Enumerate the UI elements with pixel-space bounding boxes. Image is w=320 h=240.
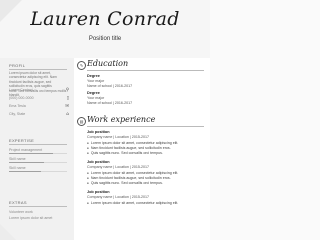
home-icon: ⌂ [66, 112, 69, 117]
skill-fill [9, 153, 53, 154]
candidate-name: Lauren Conrad [30, 8, 180, 30]
expertise-heading: Expertise [9, 138, 35, 143]
contact-text: Ema Tesla [9, 104, 26, 108]
position-title: Position title [88, 36, 122, 42]
contact-row: (000) 000-0000 ▯ [9, 96, 69, 102]
job-bullet: Nam tincidunt facilisis augue, sed solli… [87, 146, 204, 150]
job-position: Job position [87, 160, 110, 164]
skill-bar [9, 153, 67, 154]
job-bullet: Lorem ipsum dolor sit amet, consectetur … [87, 141, 204, 145]
job-bullet: Lorem ipsum dolor sit amet, consectetur … [87, 171, 204, 175]
education-title: Education [87, 59, 129, 68]
extras-item: Lorem ipsum dolor sit amet [9, 216, 53, 220]
work-divider [87, 126, 204, 127]
contact-row: Lorem Contact ⚲ [9, 88, 69, 94]
extras-item: Volunteer work [9, 210, 33, 214]
page-corner-top [0, 0, 22, 22]
email-icon: ✉ [65, 104, 69, 109]
school-dates: Name of school | 2016-2017 [87, 84, 133, 88]
contact-row: City, State ⌂ [9, 112, 69, 118]
contact-text: Lorem Contact [9, 88, 33, 92]
skill-fill [9, 171, 41, 172]
skill-fill [9, 162, 44, 163]
graduation-cap-icon: ✎ [77, 61, 86, 70]
major: Your major [87, 79, 105, 83]
expertise-divider [9, 144, 67, 145]
company-line: Company name | Location | 2015-2017 [87, 135, 150, 139]
major: Your major [87, 96, 105, 100]
job-bullet: Lorem ipsum dolor sit amet, consectetur … [87, 201, 204, 205]
job-bullet: Quis sagittis nunc. Sed convallis orci t… [87, 151, 204, 155]
skill-label: Skill name [9, 157, 26, 161]
degree: Degree [87, 91, 100, 95]
profile-line: Lorem ipsum dolor sit amet, consectetur … [9, 71, 57, 80]
skill-bar [9, 171, 67, 172]
contact-text: City, State [9, 112, 26, 116]
briefcase-icon: ▤ [77, 117, 86, 126]
education-divider [87, 70, 204, 71]
phone-icon: ▯ [66, 96, 69, 101]
resume-page: Lauren Conrad Position title Profil Lore… [0, 0, 210, 240]
main-content: ✎ Education Degree Your major Name of sc… [77, 58, 206, 240]
work-title: Work experience [87, 115, 156, 124]
job-position: Job position [87, 190, 110, 194]
contact-text: (000) 000-0000 [9, 96, 34, 100]
school-dates: Name of school | 2016-2017 [87, 101, 133, 105]
skill-label: Project management [9, 148, 43, 152]
profile-divider [9, 69, 67, 70]
job-bullet: Nam tincidunt facilisis augue, sed solli… [87, 176, 204, 180]
skill-label: Skill name [9, 166, 26, 170]
extras-heading: Extras [9, 200, 27, 205]
location-pin-icon: ⚲ [65, 88, 69, 93]
company-line: Company name | Location | 2015-2017 [87, 195, 150, 199]
skill-bar [9, 162, 67, 163]
page-corner-bottom [0, 224, 16, 240]
profile-heading: Profil [9, 63, 26, 68]
company-line: Company name | Location | 2015-2017 [87, 165, 150, 169]
job-bullet: Quis sagittis nunc. Sed convallis orci t… [87, 181, 204, 185]
contact-row: Ema Tesla ✉ [9, 104, 69, 110]
job-position: Job position [87, 130, 110, 134]
sidebar: Profil Lorem ipsum dolor sit amet, conse… [0, 58, 74, 240]
degree: Degree [87, 74, 100, 78]
extras-divider [9, 206, 67, 207]
resume-header: Lauren Conrad Position title [0, 0, 210, 58]
